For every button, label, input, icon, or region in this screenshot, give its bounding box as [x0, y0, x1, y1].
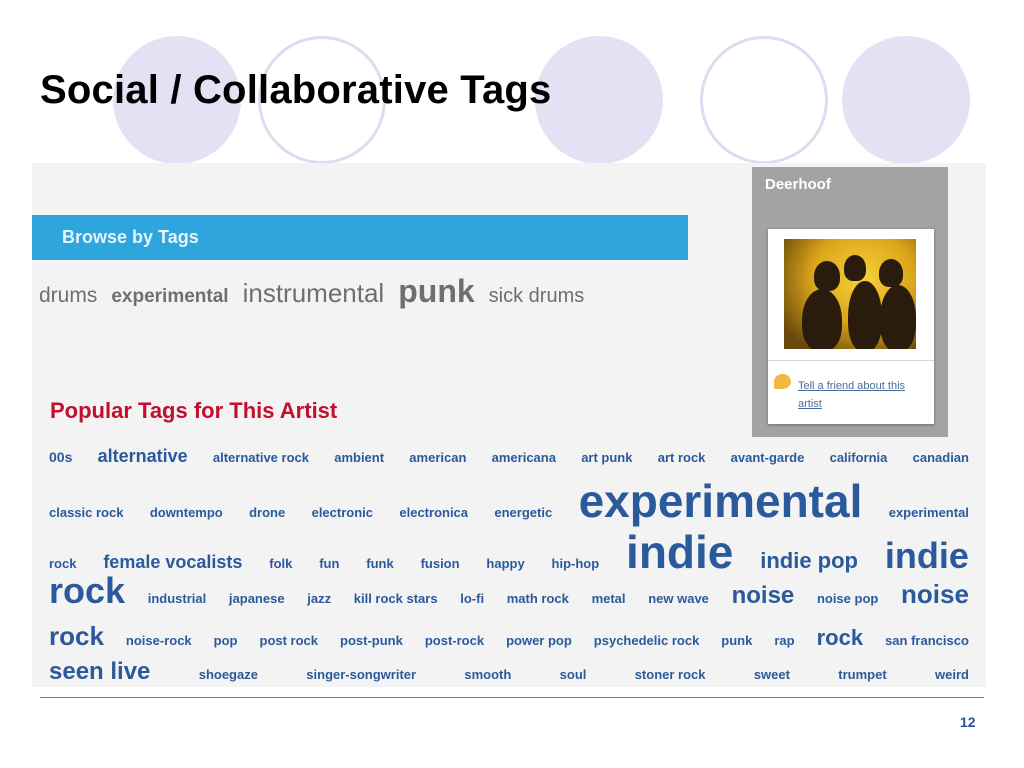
tag-link[interactable]: alternative rock	[213, 450, 309, 465]
tag-link[interactable]: americana	[492, 450, 556, 465]
photo-figure	[844, 255, 866, 281]
artist-photo[interactable]	[784, 239, 916, 349]
tag-link[interactable]: rap	[774, 633, 794, 648]
tag-link[interactable]: experimental	[889, 505, 969, 520]
tag-cloud-line: seen live shoegaze singer-songwriter smooth…	[49, 658, 969, 686]
tag-link[interactable]: weird	[935, 667, 969, 682]
tell-a-friend-link[interactable]: Tell a friend about this artist	[798, 377, 924, 413]
speech-bubble-icon[interactable]	[774, 374, 791, 389]
browse-by-tags-bar[interactable]: Browse by Tags	[32, 215, 688, 260]
tag-link[interactable]: punk	[721, 633, 752, 648]
tag-link[interactable]: noise pop	[817, 591, 878, 606]
tag-link[interactable]: noise	[901, 579, 969, 610]
tag-link[interactable]: smooth	[464, 667, 511, 682]
tag-link[interactable]: trumpet	[838, 667, 886, 682]
tag-link[interactable]: art rock	[658, 450, 706, 465]
tag-link[interactable]: fun	[319, 556, 339, 571]
tag-link[interactable]: canadian	[913, 450, 969, 465]
footer-divider	[40, 697, 984, 698]
tag-link[interactable]: electronic	[312, 505, 373, 520]
decorative-circle	[700, 36, 828, 164]
tag-link[interactable]: stoner rock	[635, 667, 706, 682]
tag-cloud-line: classic rock downtempo drone electronic elec…	[49, 478, 969, 524]
tag-cloud-line: rock female vocalists folk fun funk fusion hap…	[49, 529, 969, 575]
tag-link[interactable]: san francisco	[885, 633, 969, 648]
tag-link[interactable]: classic rock	[49, 505, 123, 520]
tag-link[interactable]: indie	[626, 529, 733, 575]
browse-tag-experimental[interactable]: experimental	[111, 286, 228, 307]
tag-link[interactable]: rock	[49, 556, 76, 571]
tag-link[interactable]: art punk	[581, 450, 632, 465]
browse-by-tags-label: Browse by Tags	[62, 227, 199, 247]
photo-figure	[879, 259, 903, 287]
artist-panel: Deerhoof Tell a friend about this artist	[752, 167, 948, 437]
tag-link[interactable]: electronica	[399, 505, 468, 520]
card-divider	[768, 360, 934, 361]
tag-link[interactable]: 00s	[49, 449, 72, 465]
lastfm-screenshot: Browse by Tags drums experimental instrume…	[32, 163, 986, 687]
photo-figure	[814, 261, 840, 291]
tag-link[interactable]: sweet	[754, 667, 790, 682]
slide-title: Social / Collaborative Tags	[40, 68, 552, 112]
tag-link[interactable]: psychedelic rock	[594, 633, 700, 648]
tag-link[interactable]: soul	[560, 667, 587, 682]
tag-link[interactable]: indie pop	[760, 548, 858, 574]
tag-link[interactable]: folk	[269, 556, 292, 571]
browse-tag-punk[interactable]: punk	[398, 273, 474, 309]
tag-link[interactable]: ambient	[334, 450, 384, 465]
tag-link[interactable]: math rock	[507, 591, 569, 606]
tag-link[interactable]: jazz	[307, 591, 331, 606]
tag-link[interactable]: power pop	[506, 633, 572, 648]
tag-link[interactable]: rock	[49, 573, 125, 609]
slide-number: 12	[960, 714, 976, 730]
tag-cloud-line: 00s alternative alternative rock ambient ame…	[49, 446, 969, 467]
tag-link[interactable]: happy	[486, 556, 524, 571]
browse-tag-row: drums experimental instrumental punk sick dr…	[39, 273, 598, 310]
tag-link[interactable]: american	[409, 450, 466, 465]
tag-link[interactable]: hip-hop	[552, 556, 600, 571]
tag-link[interactable]: noise-rock	[126, 633, 192, 648]
tag-cloud-line: rock industrial japanese jazz kill rock star…	[49, 573, 969, 610]
tag-link[interactable]: new wave	[648, 591, 709, 606]
tag-link[interactable]: pop	[214, 633, 238, 648]
photo-figure	[802, 289, 842, 349]
tag-link[interactable]: rock	[49, 621, 104, 652]
artist-name[interactable]: Deerhoof	[765, 176, 831, 193]
tag-link[interactable]: industrial	[148, 591, 207, 606]
tag-link[interactable]: energetic	[494, 505, 552, 520]
tag-link[interactable]: drone	[249, 505, 285, 520]
tag-link[interactable]: noise	[732, 582, 795, 610]
tag-link[interactable]: experimental	[579, 478, 863, 524]
browse-tag-drums[interactable]: drums	[39, 284, 97, 307]
tag-link[interactable]: downtempo	[150, 505, 223, 520]
browse-tag-sick-drums[interactable]: sick drums	[489, 285, 585, 307]
tag-link[interactable]: indie	[885, 538, 969, 574]
decorative-circle	[842, 36, 970, 164]
popular-tags-heading: Popular Tags for This Artist	[50, 398, 338, 423]
tag-link[interactable]: fusion	[421, 556, 460, 571]
browse-tag-instrumental[interactable]: instrumental	[243, 278, 385, 308]
tag-link[interactable]: japanese	[229, 591, 285, 606]
tag-link[interactable]: kill rock stars	[354, 591, 438, 606]
tag-link[interactable]: alternative	[98, 446, 188, 467]
tag-link[interactable]: rock	[817, 625, 863, 651]
photo-figure	[848, 281, 882, 349]
tag-link[interactable]: shoegaze	[199, 667, 258, 682]
photo-figure	[880, 285, 916, 349]
tag-link[interactable]: lo-fi	[460, 591, 484, 606]
tag-cloud-line: rock noise-rock pop post rock post-punk post-…	[49, 621, 969, 652]
tag-link[interactable]: singer-songwriter	[306, 667, 416, 682]
tag-link[interactable]: funk	[366, 556, 393, 571]
tag-link[interactable]: post-rock	[425, 633, 484, 648]
artist-card: Tell a friend about this artist	[768, 229, 934, 424]
decorative-circle	[535, 36, 663, 164]
tag-link[interactable]: post rock	[260, 633, 319, 648]
tag-link[interactable]: california	[830, 450, 888, 465]
tag-link[interactable]: seen live	[49, 658, 150, 686]
tag-link[interactable]: metal	[592, 591, 626, 606]
tag-link[interactable]: post-punk	[340, 633, 403, 648]
tag-link[interactable]: avant-garde	[731, 450, 805, 465]
